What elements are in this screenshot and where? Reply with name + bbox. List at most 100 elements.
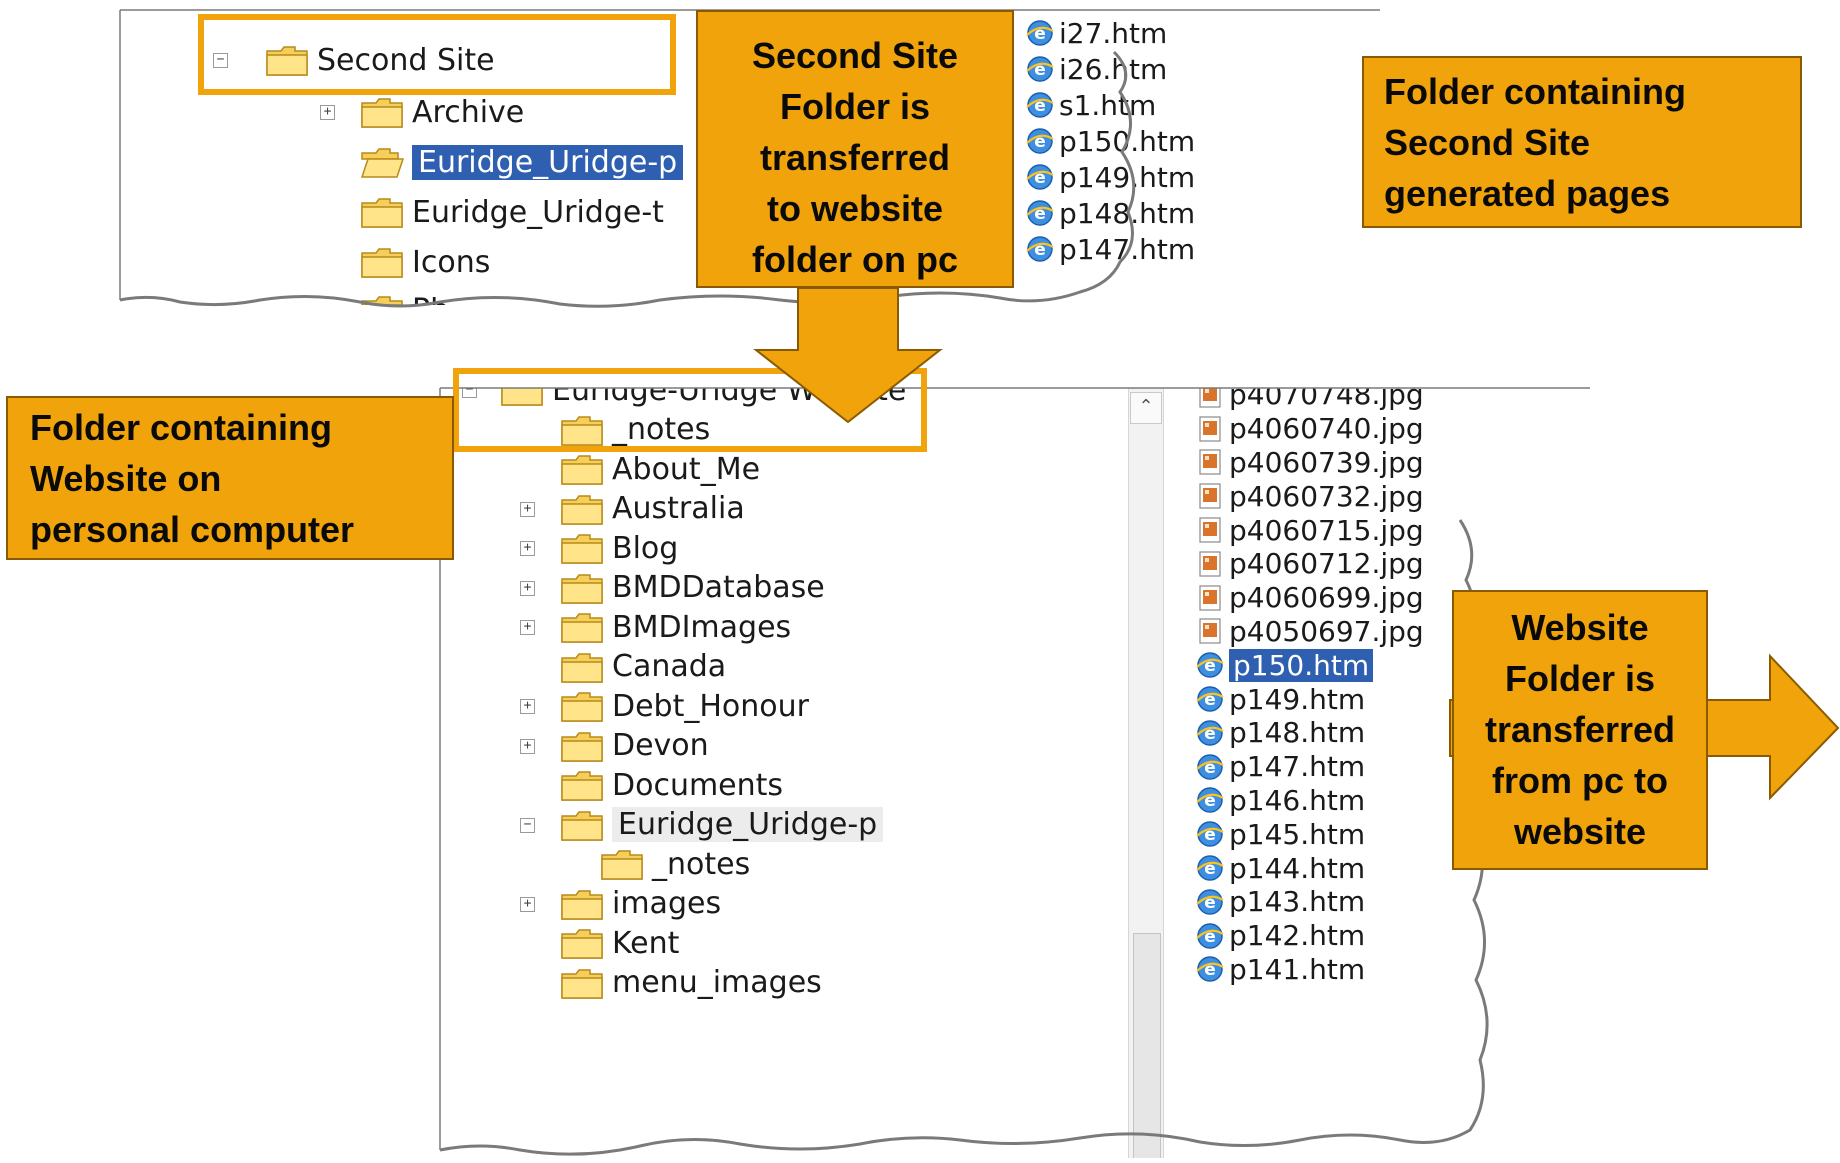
- file-item[interactable]: e p146.htm: [1195, 783, 1365, 817]
- ie-htm-file-icon: e: [1025, 90, 1059, 120]
- callout-line: Folder containing: [30, 407, 332, 448]
- tree-item[interactable]: Kent: [560, 923, 679, 963]
- ie-htm-file-icon: e: [1195, 921, 1229, 951]
- ie-htm-file-icon: e: [1025, 126, 1059, 156]
- expand-toggle[interactable]: +: [520, 738, 535, 754]
- file-item[interactable]: e p150.htm: [1025, 124, 1195, 158]
- website-explorer-panel: − Euridge-Uridge Website _notes About_Me + Au…: [440, 388, 1590, 1158]
- item-label: p4060699.jpg: [1229, 581, 1424, 615]
- file-item[interactable]: e p147.htm: [1195, 750, 1365, 784]
- jpg-file-icon: [1195, 414, 1229, 444]
- tree-item-archive[interactable]: + Archive: [320, 92, 524, 132]
- file-item[interactable]: e p145.htm: [1195, 817, 1365, 851]
- expand-toggle[interactable]: +: [520, 699, 535, 714]
- item-label: Debt_Honour: [612, 688, 809, 724]
- file-item[interactable]: p4060699.jpg: [1195, 581, 1424, 615]
- ie-htm-file-icon: e: [1025, 54, 1059, 84]
- scrollbar-thumb[interactable]: [1133, 933, 1161, 1158]
- top-file-list: e i27.htm e i26.htm e s1.htm e p150.htm e p149.ht…: [1025, 10, 1325, 305]
- folder-icon: [560, 571, 612, 605]
- tree-item[interactable]: _notes: [600, 844, 750, 884]
- file-item[interactable]: e p144.htm: [1195, 851, 1365, 885]
- folder-icon: [560, 689, 612, 723]
- item-label: p148.htm: [1059, 196, 1196, 230]
- file-item[interactable]: e p150.htm: [1195, 648, 1374, 682]
- item-label: About_Me: [612, 451, 761, 487]
- folder-icon: [361, 98, 403, 128]
- tree-item[interactable]: + BMDImages: [520, 607, 791, 647]
- file-item[interactable]: p4050697.jpg: [1195, 614, 1424, 648]
- tree-scrollbar[interactable]: ⌃: [1128, 388, 1164, 1158]
- callout-line: Folder is: [779, 86, 931, 127]
- expand-toggle[interactable]: +: [520, 580, 535, 596]
- callout-line: Website: [1511, 607, 1649, 648]
- tree-item-euridge-uridge-t[interactable]: Euridge_Uridge-t: [360, 192, 664, 232]
- scroll-up-button[interactable]: ⌃: [1130, 392, 1162, 424]
- file-item[interactable]: e p148.htm: [1195, 716, 1365, 750]
- item-label: menu_images: [612, 965, 822, 1000]
- expand-toggle[interactable]: +: [320, 105, 335, 120]
- ie-htm-file-icon: e: [1195, 752, 1229, 782]
- file-item[interactable]: p4070748.jpg: [1195, 388, 1424, 412]
- ie-htm-file-icon: e: [1025, 18, 1059, 48]
- file-item[interactable]: e p149.htm: [1025, 160, 1195, 194]
- tree-item[interactable]: + images: [520, 884, 722, 924]
- file-item[interactable]: p4060739.jpg: [1195, 445, 1424, 479]
- item-label: p4060732.jpg: [1229, 479, 1424, 513]
- file-item[interactable]: e i27.htm: [1025, 16, 1167, 50]
- bottom-tree: − Euridge-Uridge Website _notes About_Me + Au…: [440, 388, 1130, 1158]
- file-item[interactable]: e p141.htm: [1195, 952, 1365, 986]
- file-item[interactable]: e p149.htm: [1195, 682, 1365, 716]
- file-item[interactable]: e p142.htm: [1195, 919, 1365, 953]
- tree-item[interactable]: + Devon: [520, 726, 709, 766]
- item-label: Blog: [612, 530, 679, 566]
- tree-item[interactable]: + Blog: [520, 528, 679, 568]
- item-label: p4060712.jpg: [1229, 547, 1424, 581]
- file-item[interactable]: e p148.htm: [1025, 196, 1195, 230]
- item-label: p150.htm: [1059, 124, 1196, 158]
- file-item[interactable]: e i26.htm: [1025, 52, 1167, 86]
- tree-item[interactable]: Canada: [560, 647, 726, 687]
- ie-htm-file-icon: e: [1025, 198, 1059, 228]
- file-item[interactable]: e s1.htm: [1025, 88, 1156, 122]
- tree-item[interactable]: + Australia: [520, 489, 745, 529]
- collapse-toggle[interactable]: −: [520, 817, 535, 833]
- item-label: p149.htm: [1229, 682, 1366, 716]
- tree-item[interactable]: + Debt_Honour: [520, 686, 809, 726]
- ie-htm-file-icon: e: [1195, 785, 1229, 815]
- callout-line: generated pages: [1384, 173, 1671, 214]
- item-label: Devon: [612, 728, 709, 763]
- file-item[interactable]: e p143.htm: [1195, 885, 1365, 919]
- file-item[interactable]: p4060712.jpg: [1195, 547, 1424, 581]
- tree-item[interactable]: Documents: [560, 765, 783, 805]
- expand-toggle[interactable]: +: [520, 501, 535, 517]
- tree-item[interactable]: About_Me: [560, 449, 760, 489]
- tree-item[interactable]: − Euridge_Uridge-p: [520, 805, 884, 845]
- jpg-file-icon: [1195, 549, 1229, 579]
- folder-icon: [600, 847, 652, 881]
- expand-toggle[interactable]: +: [520, 896, 535, 912]
- tree-item[interactable]: + BMDDatabase: [520, 568, 825, 608]
- tree-item-ph[interactable]: Ph: [360, 290, 449, 305]
- file-item[interactable]: e p147.htm: [1025, 232, 1195, 266]
- item-label: Kent: [612, 925, 680, 961]
- jpg-file-icon: [1195, 616, 1229, 646]
- folder-icon: [560, 768, 612, 802]
- item-label: images: [612, 886, 722, 921]
- item-label: p146.htm: [1229, 783, 1366, 817]
- item-label: p144.htm: [1229, 851, 1366, 885]
- tree-item-label: Ph: [412, 293, 449, 306]
- jpg-file-icon: [1195, 481, 1229, 511]
- expand-toggle[interactable]: +: [520, 541, 535, 556]
- file-item[interactable]: p4060732.jpg: [1195, 479, 1424, 513]
- file-item[interactable]: p4060715.jpg: [1195, 513, 1424, 547]
- tree-item-label: Icons: [412, 244, 491, 280]
- tree-item[interactable]: menu_images: [560, 963, 822, 1003]
- item-label: BMDDatabase: [612, 570, 825, 605]
- expand-toggle[interactable]: +: [520, 620, 535, 635]
- file-item[interactable]: p4060740.jpg: [1195, 412, 1424, 446]
- item-label: p147.htm: [1229, 750, 1366, 784]
- tree-item-icons[interactable]: Icons: [360, 242, 490, 282]
- tree-item-euridge-uridge-p[interactable]: Euridge_Uridge-p: [360, 142, 684, 182]
- bottom-file-list: p4070749.jpgp4070748.jpgp4060740.jpgp406…: [1195, 388, 1495, 1158]
